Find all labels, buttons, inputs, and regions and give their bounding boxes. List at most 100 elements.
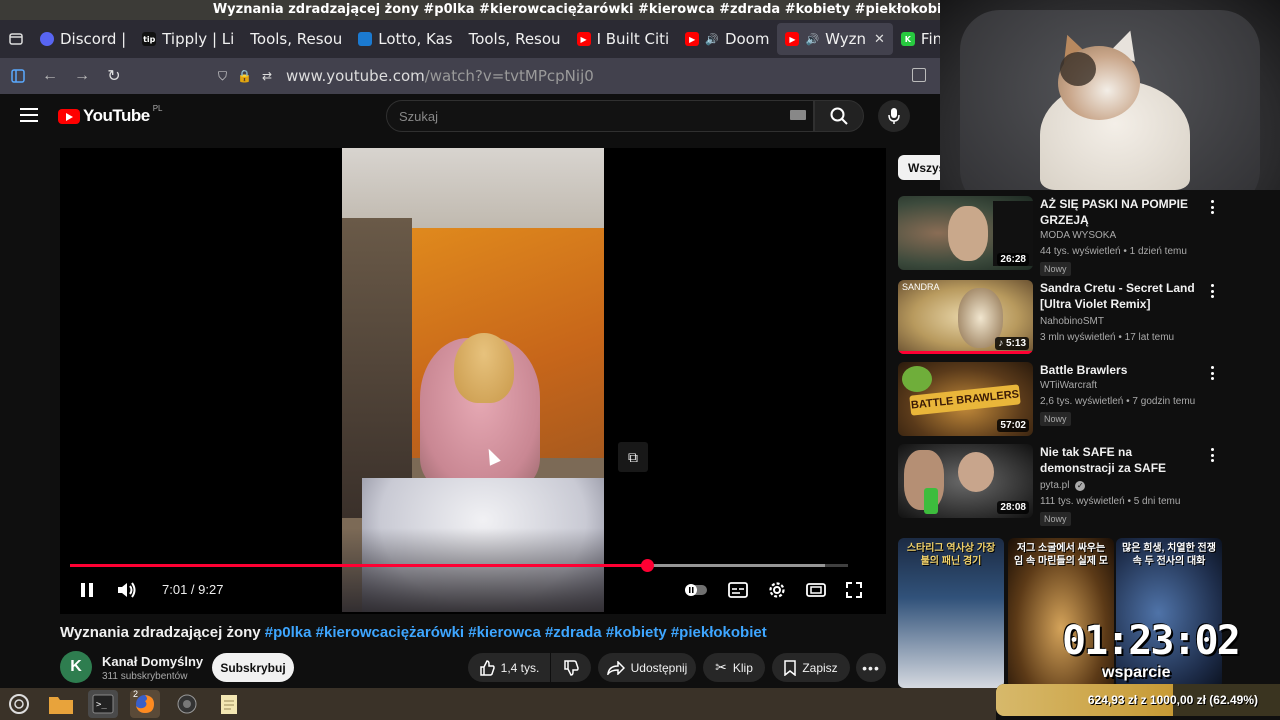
video-scene-hair	[454, 333, 514, 403]
terminal-icon: >_	[92, 694, 114, 714]
tab-label: Tools, Resou	[468, 30, 561, 48]
tab-tipply[interactable]: tip Tipply | Li	[134, 23, 242, 55]
subscribe-button[interactable]: Subskrybuj	[212, 653, 294, 682]
address-bar[interactable]: ⛉ 🔒 ⇄ www.youtube.com/watch?v=tvtMPcpNij…	[218, 62, 938, 90]
recommendation-channel[interactable]: WTiiWarcraft	[1040, 380, 1097, 391]
taskbar-text-editor[interactable]	[214, 690, 244, 718]
theater-mode-button[interactable]	[804, 578, 828, 602]
more-horizontal-icon: •••	[862, 659, 880, 676]
scrubber-handle[interactable]	[641, 559, 655, 572]
short-caption: 저그 소굴에서 싸우는 임 속 마린들의 실제 모	[1014, 543, 1108, 567]
tracking-shield-icon[interactable]: ⛉	[218, 69, 227, 84]
progress-bar[interactable]	[70, 559, 848, 572]
share-button[interactable]: Udostępnij	[598, 653, 696, 682]
sidebar-toggle-button[interactable]	[4, 62, 32, 90]
tab-finalblack[interactable]: K FinalBlack	[893, 23, 940, 55]
start-menu-button[interactable]	[4, 690, 34, 718]
country-code: PL	[152, 103, 163, 113]
youtube-icon: ▶	[785, 32, 800, 46]
tab-tools-2[interactable]: Tools, Resou	[461, 23, 569, 55]
tab-list-button[interactable]	[0, 20, 32, 58]
more-vertical-icon[interactable]	[1206, 446, 1218, 464]
recommendation-item[interactable]: BATTLE BRAWLERS 57:02 Battle Brawlers WT…	[898, 362, 1228, 442]
screenshot-icon[interactable]	[912, 68, 926, 82]
thumbs-down-icon	[564, 659, 579, 676]
more-vertical-icon[interactable]	[1206, 282, 1218, 300]
reload-icon: ↻	[107, 68, 121, 85]
video-thumbnail[interactable]: BATTLE BRAWLERS 57:02	[898, 362, 1033, 436]
back-button[interactable]: ←	[36, 62, 64, 90]
more-vertical-icon[interactable]	[1206, 364, 1218, 382]
miniplayer-icon[interactable]: ⧉	[618, 442, 648, 472]
video-thumbnail[interactable]: 28:08	[898, 444, 1033, 518]
more-vertical-icon[interactable]	[1206, 198, 1218, 216]
filter-chip-all[interactable]: Wszys	[898, 155, 942, 180]
recommendation-title[interactable]: Battle Brawlers	[1040, 362, 1200, 378]
youtube-icon: ▶	[685, 32, 700, 46]
search-input[interactable]	[387, 101, 767, 131]
thumbnail-person	[958, 452, 994, 492]
tab-label: Lotto, Kas	[378, 30, 453, 48]
more-actions-button[interactable]: •••	[856, 653, 886, 682]
tab-i-built-cities[interactable]: ▶ I Built Citi	[569, 23, 678, 55]
video-thumbnail[interactable]: 26:28	[898, 196, 1033, 270]
tab-wyznania[interactable]: ▶ 🔊 Wyzn ✕	[777, 23, 893, 55]
duration-badge: 57:02	[997, 419, 1029, 432]
webcam-cat-patch	[1060, 52, 1096, 86]
recommendation-title[interactable]: Nie tak SAFE na demonstracji za SAFE	[1040, 444, 1200, 476]
like-button[interactable]: 1,4 tys.	[468, 653, 550, 682]
tab-label: Tools, Resou	[250, 30, 343, 48]
recommendation-item[interactable]: 28:08 Nie tak SAFE na demonstracji za SA…	[898, 444, 1228, 526]
taskbar-obs[interactable]	[172, 690, 202, 718]
taskbar-files[interactable]	[46, 690, 76, 718]
subtitles-button[interactable]	[726, 578, 750, 602]
video-title-text: Wyznania zdradzającej żony	[60, 624, 261, 641]
video-player[interactable]: ⧉ 7:01 / 9:27	[60, 148, 886, 614]
search-button[interactable]	[814, 100, 864, 132]
tab-tools-1[interactable]: Tools, Resou	[242, 23, 350, 55]
tab-discord[interactable]: Discord |	[32, 23, 134, 55]
keyboard-icon[interactable]	[790, 110, 806, 120]
recommendation-title[interactable]: AŻ SIĘ PASKI NA POMPIE GRZEJĄ	[1040, 196, 1200, 228]
video-title: Wyznania zdradzającej żony #p0lka #kiero…	[60, 624, 900, 641]
lock-icon[interactable]: 🔒	[237, 69, 252, 83]
video-frame[interactable]	[342, 148, 604, 612]
tab-doom[interactable]: ▶ 🔊 Doom	[677, 23, 777, 55]
dislike-button[interactable]	[551, 653, 591, 682]
close-tab-icon[interactable]: ✕	[874, 32, 885, 47]
short-item[interactable]: 스타리그 역사상 가장 불의 패닌 경기	[898, 538, 1004, 688]
video-thumbnail[interactable]: SANDRA ♪ 5:13	[898, 280, 1033, 354]
permissions-icon[interactable]: ⇄	[262, 69, 272, 83]
recommendation-meta: 111 tys. wyświetleń • 5 dni temu	[1040, 496, 1181, 507]
taskbar-terminal[interactable]: >_	[88, 690, 118, 718]
volume-button[interactable]	[116, 580, 138, 600]
autoplay-toggle[interactable]	[684, 578, 708, 602]
tab-lotto[interactable]: Lotto, Kas	[350, 23, 460, 55]
voice-search-button[interactable]	[878, 100, 910, 132]
youtube-logo[interactable]: YouTube PL	[58, 103, 163, 126]
video-hashtags[interactable]: #p0lka #kierowcaciężarówki #kierowca #zd…	[265, 624, 767, 641]
short-item[interactable]: 저그 소굴에서 싸우는 임 속 마린들의 실제 모	[1008, 538, 1114, 688]
taskbar-firefox[interactable]: 2	[130, 689, 160, 718]
guide-menu-button[interactable]	[20, 108, 38, 122]
channel-avatar[interactable]: K	[60, 651, 92, 683]
recommendation-channel[interactable]: NahobinoSMT	[1040, 316, 1104, 327]
channel-name[interactable]: Kanał Domyślny	[102, 654, 203, 669]
recommendation-item[interactable]: 26:28 AŻ SIĘ PASKI NA POMPIE GRZEJĄ MODA…	[898, 196, 1228, 276]
settings-button[interactable]	[765, 578, 789, 602]
new-badge: Nowy	[1040, 262, 1071, 276]
pause-button[interactable]	[78, 580, 96, 600]
forward-button[interactable]: →	[68, 62, 96, 90]
bookmark-icon	[784, 659, 797, 676]
recommendation-channel[interactable]: pyta.pl ✓	[1040, 480, 1086, 491]
fullscreen-button[interactable]	[842, 578, 866, 602]
clip-button[interactable]: ✂ Klip	[703, 653, 765, 682]
recommendation-title[interactable]: Sandra Cretu - Secret Land [Ultra Violet…	[1040, 280, 1200, 312]
save-button[interactable]: Zapisz	[772, 653, 850, 682]
recommendation-channel[interactable]: MODA WYSOKA	[1040, 230, 1116, 241]
recommendation-item[interactable]: SANDRA ♪ 5:13 Sandra Cretu - Secret Land…	[898, 280, 1228, 360]
theater-mode-icon	[806, 583, 826, 597]
volume-icon	[118, 582, 136, 598]
reload-button[interactable]: ↻	[100, 62, 128, 90]
search-box	[386, 100, 814, 132]
